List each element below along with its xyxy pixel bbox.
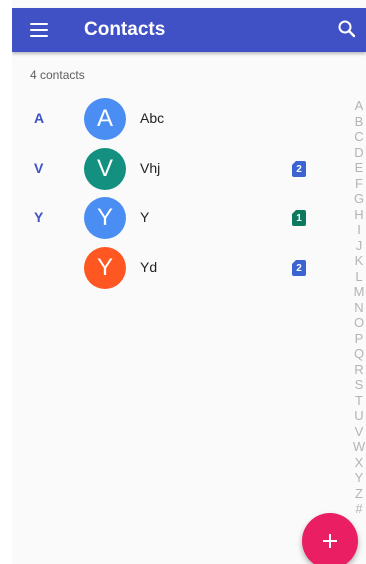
index-letter[interactable]: T — [352, 393, 366, 409]
index-letter[interactable]: M — [352, 284, 366, 300]
index-letter[interactable]: N — [352, 300, 366, 316]
contact-row[interactable]: Y Yd 2 — [12, 246, 352, 290]
index-letter[interactable]: P — [352, 331, 366, 347]
section-letter: A — [34, 110, 45, 126]
sim-slot-number: 2 — [296, 164, 302, 175]
contact-name: Y — [140, 209, 150, 225]
add-contact-button[interactable] — [302, 513, 358, 564]
index-letter[interactable]: D — [352, 145, 366, 161]
index-letter[interactable]: # — [352, 501, 366, 517]
contact-row[interactable]: A A Abc — [12, 97, 352, 141]
section-letter: V — [34, 160, 44, 176]
sim-card-icon: 2 — [292, 260, 306, 276]
index-letter[interactable]: B — [352, 114, 366, 130]
page-title: Contacts — [84, 19, 166, 40]
index-letter[interactable]: W — [352, 439, 366, 455]
index-letter[interactable]: U — [352, 408, 366, 424]
section-letter: Y — [34, 209, 44, 225]
index-letter[interactable]: K — [352, 253, 366, 269]
contacts-screen: Contacts 4 contacts A A Abc V V Vhj 2 Y Y Y 1 Y Yd 2 … — [12, 0, 366, 564]
avatar: Y — [84, 197, 126, 239]
index-letter[interactable]: H — [352, 207, 366, 223]
index-letter[interactable]: O — [352, 315, 366, 331]
avatar: Y — [84, 247, 126, 289]
index-letter[interactable]: S — [352, 377, 366, 393]
contact-row[interactable]: V V Vhj 2 — [12, 147, 352, 191]
index-letter[interactable]: Y — [352, 470, 366, 486]
index-letter[interactable]: J — [352, 238, 366, 254]
contact-name: Vhj — [140, 160, 161, 176]
avatar: V — [84, 148, 126, 190]
avatar: A — [84, 98, 126, 140]
contact-name: Abc — [140, 110, 165, 126]
index-letter[interactable]: V — [352, 424, 366, 440]
contact-name: Yd — [140, 259, 158, 275]
index-letter[interactable]: F — [352, 176, 366, 192]
index-letter[interactable]: X — [352, 455, 366, 471]
index-letter[interactable]: C — [352, 129, 366, 145]
sim-card-icon: 2 — [292, 161, 306, 177]
index-letter[interactable]: L — [352, 269, 366, 285]
sim-card-icon: 1 — [292, 210, 306, 226]
index-letter[interactable]: E — [352, 160, 366, 176]
alphabet-index-bar[interactable]: A B C D E F G H I J K L M N O P Q R S T U V W X Y Z # — [352, 98, 366, 517]
index-letter[interactable]: R — [352, 362, 366, 378]
hamburger-menu-icon[interactable] — [28, 21, 50, 39]
contact-row[interactable]: YYY1 — [12, 196, 352, 240]
sim-slot-number: 2 — [296, 263, 302, 274]
index-letter[interactable]: Z — [352, 486, 366, 502]
index-letter[interactable]: I — [352, 222, 366, 238]
app-bar: Contacts — [12, 8, 366, 52]
search-icon[interactable] — [336, 18, 358, 40]
index-letter[interactable]: Q — [352, 346, 366, 362]
index-letter[interactable]: G — [352, 191, 366, 207]
index-letter[interactable]: A — [352, 98, 366, 114]
sim-slot-number: 1 — [296, 213, 302, 224]
contact-count-label: 4 contacts — [30, 68, 85, 82]
